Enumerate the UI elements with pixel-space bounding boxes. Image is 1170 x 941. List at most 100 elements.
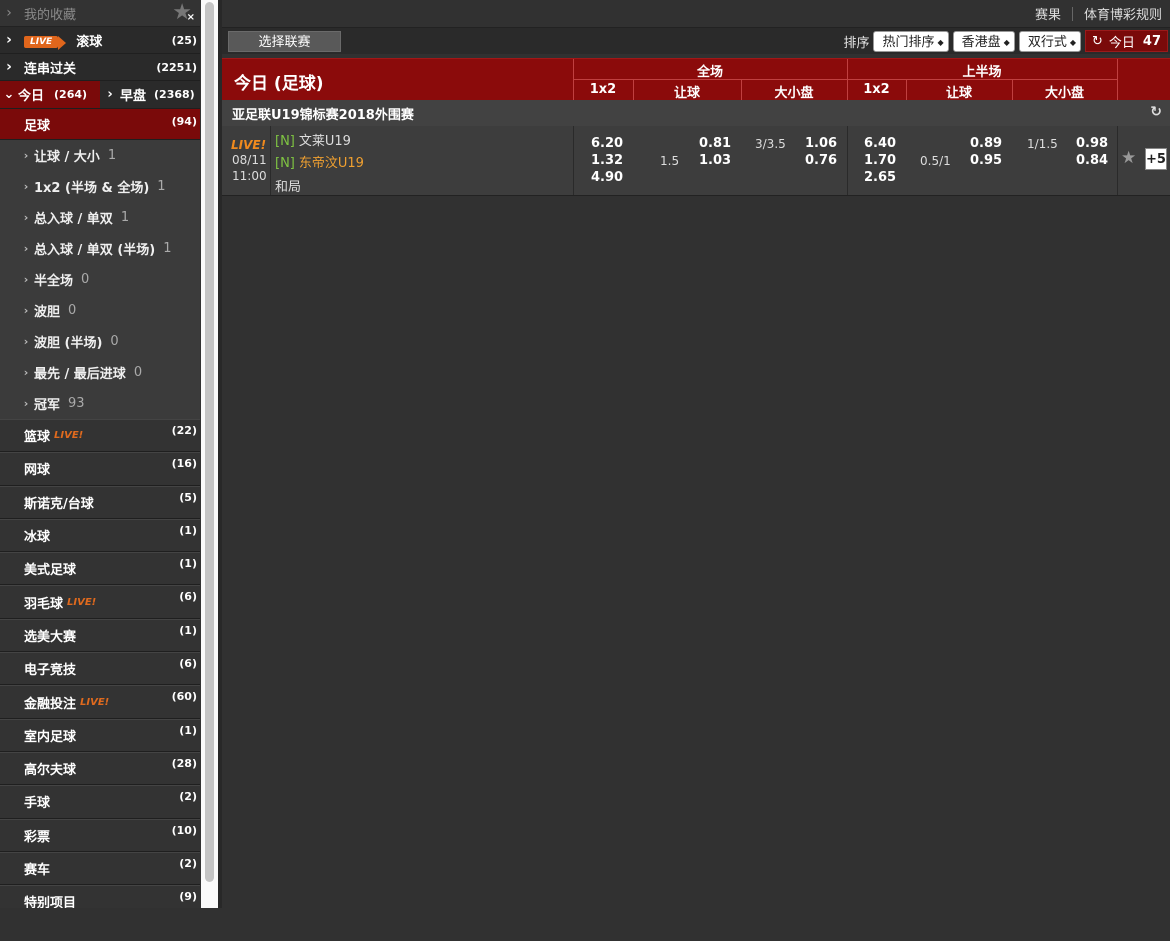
sidebar-sport-item[interactable]: 篮球 LIVE! (22): [0, 419, 200, 453]
header-full-time: 全场: [696, 65, 723, 80]
fh-over-odds[interactable]: 0.98: [1076, 136, 1108, 151]
today-refresh-button[interactable]: ↻ 今日 47: [1084, 30, 1168, 52]
sidebar-sport-item[interactable]: 手球 (2): [0, 785, 200, 819]
sidebar-item-soccer[interactable]: 足球 (94): [0, 109, 200, 140]
odds-type-select[interactable]: 香港盘 ◆: [952, 30, 1015, 52]
sidebar-subitem[interactable]: › 总入球 / 单双 (半场) 1: [0, 233, 200, 264]
live-badge: LIVE: [24, 35, 67, 50]
sidebar-subitem[interactable]: › 总入球 / 单双 1: [0, 202, 200, 233]
sidebar-sport-item[interactable]: 高尔夫球 (28): [0, 751, 200, 786]
sort-label: 排序: [843, 35, 870, 51]
tab-today[interactable]: ⌄ 今日 (264): [0, 81, 100, 108]
more-markets-button[interactable]: +5: [1145, 148, 1167, 170]
league-header[interactable]: 亚足联U19锦标赛2018外围赛 ↻: [222, 100, 1170, 126]
ft-handicap-away-odds[interactable]: 1.03: [699, 153, 731, 168]
sidebar-subitem[interactable]: › 半全场 0: [0, 264, 200, 295]
parlay-count: (2251): [156, 60, 197, 74]
sport-label: 金融投注: [24, 696, 77, 712]
neutral-tag: [N]: [275, 134, 295, 149]
updown-icon: ◆: [937, 37, 944, 47]
toolbar-controls: 排序 热门排序 ◆ 香港盘 ◆ 双行式 ◆ ↻ 今日 47: [843, 30, 1168, 52]
fh-ou-line: 1/1.5: [1027, 137, 1058, 151]
header-fh-ou: 大小盘: [1044, 86, 1084, 101]
divider: [270, 126, 271, 195]
divider: [573, 126, 574, 195]
sport-count: (1): [179, 623, 197, 637]
sidebar-subitem[interactable]: › 波胆 0: [0, 295, 200, 326]
ft-1x2-away-odds[interactable]: 1.32: [591, 153, 623, 168]
subitem-label: 总入球 / 单双: [34, 212, 113, 227]
sidebar-favorites[interactable]: › 我的收藏 ★ ×: [0, 0, 200, 27]
select-league-button[interactable]: 选择联赛: [228, 30, 341, 52]
tab-early[interactable]: › 早盘 (2368): [100, 81, 200, 108]
sidebar-sport-item[interactable]: 冰球 (1): [0, 518, 200, 553]
page-title: 今日 (足球): [234, 74, 324, 94]
sport-label: 特别项目: [24, 896, 77, 908]
sidebar-sport-item[interactable]: 赛车 (2): [0, 851, 200, 886]
sidebar-scrollbar[interactable]: [201, 0, 218, 908]
sidebar-subitem[interactable]: › 1x2 (半场 & 全场) 1: [0, 171, 200, 202]
sidebar-item-live[interactable]: › LIVE 滚球 (25): [0, 27, 200, 54]
sport-count: (28): [171, 756, 197, 770]
fh-1x2-home-odds[interactable]: 6.40: [864, 136, 896, 151]
odds-type-value: 香港盘: [961, 34, 1001, 50]
header-fh-handicap: 让球: [945, 86, 972, 101]
fh-handicap-home-odds[interactable]: 0.89: [970, 136, 1002, 151]
header-first-half: 上半场: [962, 65, 1002, 80]
sport-count: (9): [179, 890, 197, 904]
sport-count: (22): [171, 424, 197, 437]
subitem-label: 1x2 (半场 & 全场): [34, 181, 150, 196]
sport-count: (16): [171, 457, 197, 471]
sport-label: 高尔夫球: [24, 763, 77, 779]
chevron-right-icon: ›: [23, 397, 29, 410]
chevron-right-icon: ›: [6, 32, 12, 48]
fh-under-odds[interactable]: 0.84: [1076, 153, 1108, 168]
sport-label: 冰球: [24, 530, 51, 546]
sport-label: 斯诺克/台球: [24, 496, 94, 512]
ft-handicap-home-odds[interactable]: 0.81: [699, 136, 731, 151]
live-tag: LIVE!: [67, 596, 97, 608]
chevron-right-icon: ›: [23, 366, 29, 379]
rules-link[interactable]: 体育博彩规则: [1084, 4, 1162, 23]
sidebar-subitem[interactable]: › 冠军 93: [0, 388, 200, 419]
fh-handicap-away-odds[interactable]: 0.95: [970, 153, 1002, 168]
refresh-icon[interactable]: ↻: [1150, 104, 1162, 120]
sidebar-sport-item[interactable]: 特别项目 (9): [0, 885, 200, 908]
scrollbar-thumb[interactable]: [205, 2, 214, 882]
away-team: [N] 东帝汶U19: [275, 152, 364, 171]
sidebar-sport-item[interactable]: 斯诺克/台球 (5): [0, 485, 200, 519]
sidebar-sport-item[interactable]: 选美大赛 (1): [0, 618, 200, 653]
sort-value: 热门排序: [882, 34, 935, 50]
ft-handicap-line: 1.5: [660, 154, 680, 168]
ft-1x2-draw-odds[interactable]: 4.90: [591, 170, 623, 185]
results-link[interactable]: 赛果: [1035, 4, 1061, 23]
home-team: [N] 文莱U19: [275, 130, 351, 149]
sidebar-subitem[interactable]: › 波胆 (半场) 0: [0, 326, 200, 357]
sidebar-sport-item[interactable]: 羽毛球 LIVE! (6): [0, 585, 200, 619]
sidebar-sport-item[interactable]: 彩票 (10): [0, 818, 200, 852]
sort-select[interactable]: 热门排序 ◆: [873, 30, 949, 52]
fh-1x2-away-odds[interactable]: 1.70: [864, 153, 896, 168]
sidebar-sport-item[interactable]: 美式足球 (1): [0, 552, 200, 586]
ft-under-odds[interactable]: 0.76: [805, 153, 837, 168]
sidebar-sport-item[interactable]: 室内足球 (1): [0, 718, 200, 752]
sidebar-sport-item[interactable]: 网球 (16): [0, 452, 200, 486]
sidebar-sport-item[interactable]: 电子竞技 (6): [0, 652, 200, 686]
sidebar-sport-item[interactable]: 金融投注 LIVE! (60): [0, 685, 200, 719]
close-icon[interactable]: ×: [187, 12, 195, 23]
sidebar-subitem[interactable]: › 最先 / 最后进球 0: [0, 357, 200, 388]
sport-label: 手球: [24, 796, 51, 812]
ft-1x2-home-odds[interactable]: 6.20: [591, 136, 623, 151]
chevron-right-icon: ›: [23, 180, 29, 193]
subitem-label: 总入球 / 单双 (半场): [34, 243, 156, 258]
divider: [1071, 6, 1073, 21]
favorite-star-icon[interactable]: ★: [1121, 148, 1136, 168]
subitem-label: 波胆: [34, 305, 61, 320]
sport-label: 羽毛球: [24, 596, 64, 612]
view-mode-select[interactable]: 双行式 ◆: [1018, 30, 1081, 52]
fh-1x2-draw-odds[interactable]: 2.65: [864, 170, 896, 185]
sidebar-item-parlay[interactable]: › 连串过关 (2251): [0, 54, 200, 81]
sidebar-subitem[interactable]: › 让球 / 大小 1: [0, 140, 200, 171]
ft-over-odds[interactable]: 1.06: [805, 136, 837, 151]
top-links: 赛果 体育博彩规则: [222, 0, 1170, 28]
